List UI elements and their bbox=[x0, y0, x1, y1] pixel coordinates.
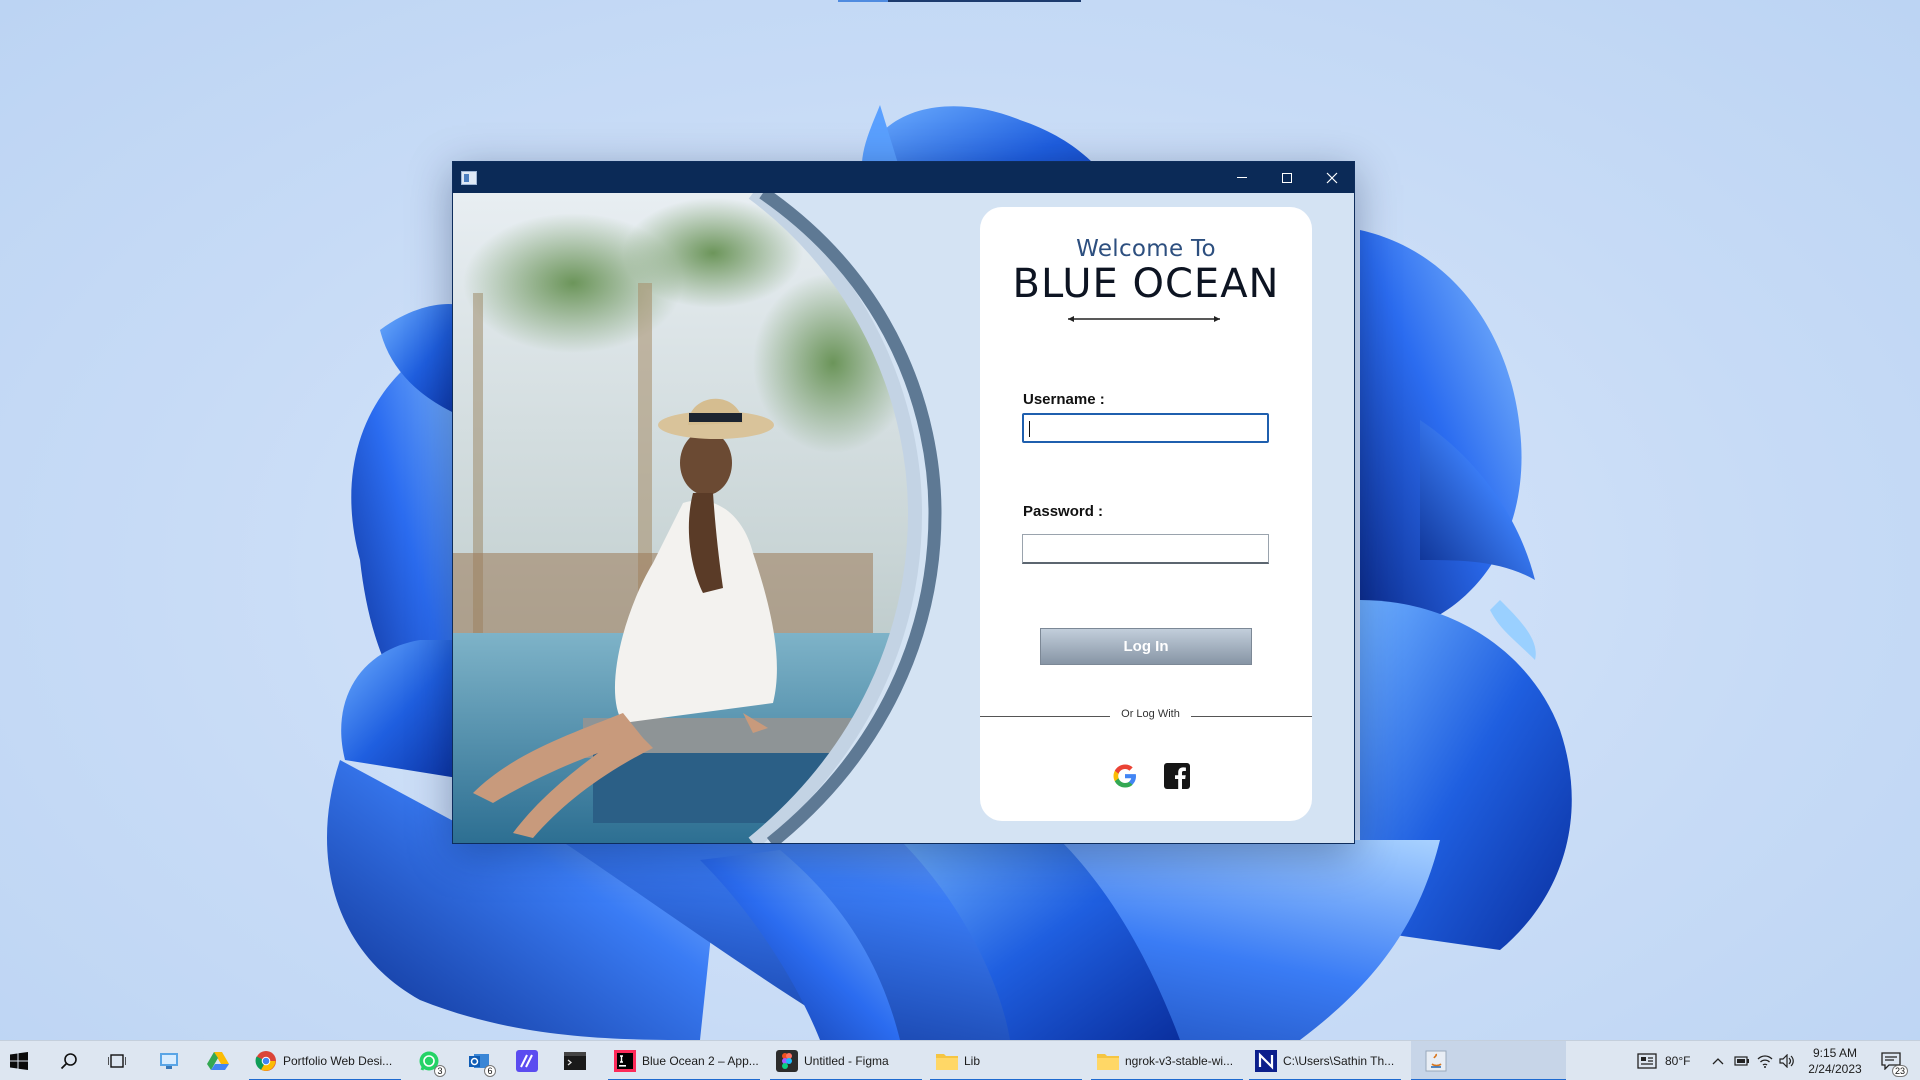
hero-photo bbox=[453, 193, 943, 843]
close-icon bbox=[1326, 172, 1337, 183]
or-divider: Or Log With bbox=[980, 708, 1312, 722]
search-icon bbox=[60, 1053, 77, 1070]
username-input[interactable] bbox=[1022, 413, 1269, 443]
weather-temperature: 80°F bbox=[1665, 1054, 1691, 1068]
speaker-icon bbox=[1779, 1054, 1794, 1068]
minimize-button[interactable] bbox=[1219, 162, 1264, 193]
divider-line-left bbox=[980, 716, 1110, 717]
network-button[interactable] bbox=[1757, 1041, 1775, 1080]
weather-icon bbox=[1637, 1053, 1657, 1069]
battery-button[interactable] bbox=[1734, 1041, 1752, 1080]
taskbar-terminal[interactable] bbox=[564, 1041, 590, 1080]
taskbar: Portfolio Web Desi... 3 6 Blue Ocean 2 –… bbox=[0, 1040, 1920, 1080]
terminal-icon bbox=[1255, 1050, 1277, 1072]
login-card: Welcome To BLUE OCEAN Username : Passwor… bbox=[980, 207, 1312, 821]
taskbar-java[interactable] bbox=[1411, 1041, 1566, 1080]
show-hidden-icons-button[interactable] bbox=[1712, 1041, 1726, 1080]
taskbar-intellij[interactable]: Blue Ocean 2 – App... bbox=[608, 1041, 760, 1080]
clock-time: 9:15 AM bbox=[1812, 1046, 1858, 1060]
search-button[interactable] bbox=[60, 1041, 86, 1080]
taskbar-app[interactable] bbox=[516, 1041, 542, 1080]
notification-center-button[interactable]: 23 bbox=[1880, 1041, 1910, 1080]
taskbar-folder-lib[interactable]: Lib bbox=[930, 1041, 1082, 1080]
battery-icon bbox=[1734, 1056, 1749, 1066]
google-icon bbox=[1113, 764, 1136, 788]
brand-divider-arrow bbox=[1068, 316, 1220, 322]
google-drive-icon bbox=[207, 1052, 229, 1070]
terminal-icon bbox=[564, 1050, 586, 1072]
taskbar-chrome-label: Portfolio Web Desi... bbox=[283, 1054, 393, 1068]
taskbar-cmd-label: C:\Users\Sathin Th... bbox=[1283, 1054, 1395, 1068]
file-explorer-icon bbox=[160, 1053, 178, 1069]
taskbar-folder-ngrok-label: ngrok-v3-stable-wi... bbox=[1125, 1054, 1234, 1068]
task-view-button[interactable] bbox=[108, 1041, 134, 1080]
google-drive-button[interactable] bbox=[207, 1041, 233, 1080]
whatsapp-icon: 3 bbox=[418, 1050, 446, 1077]
chevron-up-icon bbox=[1712, 1058, 1724, 1065]
taskbar-figma-label: Untitled - Figma bbox=[804, 1054, 889, 1068]
taskbar-cmd[interactable]: C:\Users\Sathin Th... bbox=[1249, 1041, 1401, 1080]
folder-icon bbox=[936, 1050, 958, 1072]
brand-title: BLUE OCEAN bbox=[1012, 261, 1280, 307]
start-icon bbox=[10, 1052, 28, 1070]
welcome-text: Welcome To bbox=[1076, 236, 1216, 262]
window-content: Welcome To BLUE OCEAN Username : Passwor… bbox=[453, 193, 1354, 843]
window-controls bbox=[1219, 162, 1354, 193]
close-button[interactable] bbox=[1309, 162, 1354, 193]
wifi-icon bbox=[1757, 1055, 1773, 1068]
username-label: Username : bbox=[1023, 391, 1105, 408]
java-icon bbox=[1425, 1050, 1447, 1072]
facebook-icon bbox=[1164, 763, 1190, 789]
google-login-button[interactable] bbox=[1110, 761, 1140, 791]
java-app-icon bbox=[461, 170, 477, 185]
chrome-icon bbox=[255, 1050, 277, 1072]
login-window: Welcome To BLUE OCEAN Username : Passwor… bbox=[452, 161, 1355, 844]
minimize-icon bbox=[1236, 177, 1247, 178]
notification-badge: 23 bbox=[1891, 1065, 1908, 1077]
password-input[interactable] bbox=[1022, 534, 1269, 564]
facebook-login-button[interactable] bbox=[1162, 761, 1192, 791]
outlook-badge: 6 bbox=[484, 1065, 496, 1077]
outlook-icon: 6 bbox=[468, 1050, 496, 1077]
task-view-icon bbox=[108, 1054, 126, 1068]
start-button[interactable] bbox=[10, 1041, 36, 1080]
taskbar-folder-lib-label: Lib bbox=[964, 1054, 981, 1068]
volume-button[interactable] bbox=[1779, 1041, 1797, 1080]
window-titlebar[interactable] bbox=[453, 162, 1354, 193]
taskbar-figma[interactable]: Untitled - Figma bbox=[770, 1041, 922, 1080]
folder-icon bbox=[1097, 1050, 1119, 1072]
whatsapp-badge: 3 bbox=[434, 1065, 446, 1077]
text-caret bbox=[1029, 421, 1030, 437]
figma-icon bbox=[776, 1050, 798, 1072]
notification-icon: 23 bbox=[1880, 1050, 1908, 1077]
app-icon bbox=[516, 1050, 538, 1072]
intellij-icon bbox=[614, 1050, 636, 1072]
maximize-icon bbox=[1281, 172, 1292, 183]
clock[interactable]: 9:15 AM 2/24/2023 bbox=[1800, 1045, 1870, 1077]
taskbar-whatsapp[interactable]: 3 bbox=[418, 1041, 446, 1080]
login-button[interactable]: Log In bbox=[1040, 628, 1252, 665]
taskbar-outlook[interactable]: 6 bbox=[468, 1041, 496, 1080]
taskbar-intellij-label: Blue Ocean 2 – App... bbox=[642, 1054, 759, 1068]
maximize-button[interactable] bbox=[1264, 162, 1309, 193]
clock-date: 2/24/2023 bbox=[1808, 1062, 1862, 1076]
taskbar-folder-ngrok[interactable]: ngrok-v3-stable-wi... bbox=[1091, 1041, 1243, 1080]
file-explorer-button[interactable] bbox=[158, 1041, 184, 1080]
divider-line-right bbox=[1191, 716, 1312, 717]
taskbar-chrome[interactable]: Portfolio Web Desi... bbox=[249, 1041, 401, 1080]
or-log-with-text: Or Log With bbox=[1121, 708, 1180, 720]
password-label: Password : bbox=[1023, 503, 1104, 520]
